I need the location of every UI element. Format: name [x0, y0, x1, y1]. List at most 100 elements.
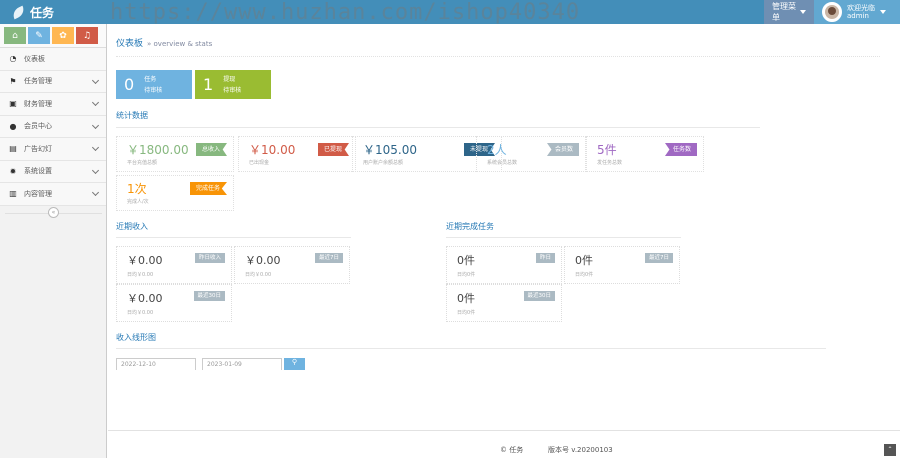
- tasks-value: 0件: [575, 254, 593, 267]
- divider: [116, 348, 826, 349]
- user-info: 欢迎光临 admin: [847, 4, 875, 20]
- stat-card: ￥1800.00 平台充值总额 总收入: [116, 136, 234, 172]
- avatar-image: [825, 5, 839, 19]
- sidebar-item-label: 广告幻灯: [24, 144, 52, 153]
- chevron-down-icon: [91, 143, 100, 152]
- income-value: ￥0.00: [127, 292, 163, 305]
- caret-down-icon: [800, 10, 806, 14]
- sidebar-item-settings[interactable]: ✹ 系统设置: [0, 160, 106, 183]
- welcome-text: 欢迎光临: [847, 4, 875, 12]
- stat-value: ￥105.00: [363, 143, 417, 157]
- income-card: ￥0.00 日均￥0.00 最近7日: [234, 246, 350, 284]
- income-badge: 昨日收入: [194, 253, 225, 263]
- stat-badge: 任务数: [664, 143, 697, 156]
- sidebar-item-content[interactable]: ▥ 内容管理: [0, 183, 106, 206]
- income-card: ￥0.00 日均￥0.00 最近30日: [116, 284, 232, 322]
- user-icon: ●: [9, 121, 17, 131]
- picture-icon: ▤: [9, 144, 17, 154]
- tasks-card: 0件 日均0件 最近30日: [446, 284, 562, 322]
- sidebar-item-dashboard[interactable]: ◔ 仪表板: [0, 48, 106, 71]
- stat-value: 2人: [487, 143, 507, 157]
- stat-caption: 用户账户余额总额: [363, 160, 404, 166]
- chevron-down-icon: [91, 76, 100, 84]
- search-icon: ⚲: [291, 358, 298, 366]
- divider: [108, 430, 900, 431]
- stat-caption: 已出现金: [249, 160, 270, 166]
- bell-shortcut-button[interactable]: ♫: [76, 27, 98, 44]
- app-brand[interactable]: 任务: [10, 3, 55, 21]
- box-line2: 待审核: [223, 86, 242, 94]
- page-header: 仪表板 » overview & stats: [116, 36, 212, 49]
- home-shortcut-button[interactable]: ⌂: [4, 27, 26, 44]
- chevron-down-icon: [91, 188, 100, 197]
- bell-icon: ♫: [82, 30, 92, 41]
- users-icon: ✿: [59, 30, 67, 41]
- pending-withdraw-box[interactable]: 1 提现 待审核: [195, 70, 271, 99]
- users-shortcut-button[interactable]: ✿: [52, 27, 74, 44]
- chevron-down-icon: [91, 98, 100, 107]
- divider: [116, 237, 351, 238]
- double-chevron-left-icon: «: [51, 209, 56, 216]
- app-name: 任务: [30, 5, 55, 20]
- username: admin: [847, 12, 869, 20]
- stat-card: 5件 发任务总数 任务数: [586, 136, 704, 172]
- pencil-icon: ✎: [35, 30, 43, 41]
- user-menu-dropdown[interactable]: 欢迎光临 admin: [814, 0, 900, 24]
- home-icon: ⌂: [12, 30, 18, 41]
- tasks-badge: 昨日: [535, 253, 555, 263]
- pending-withdraw-count: 1: [203, 75, 214, 94]
- box-line1: 任务: [144, 75, 157, 83]
- divider: [116, 56, 880, 57]
- gear-icon: ✹: [9, 166, 17, 176]
- leaf-icon: [10, 5, 27, 19]
- search-button[interactable]: ⚲: [284, 358, 305, 370]
- pending-tasks-box[interactable]: 0 任务 待审核: [116, 70, 192, 99]
- sidebar-item-members[interactable]: ● 会员中心: [0, 115, 106, 138]
- sidebar-item-label: 内容管理: [24, 189, 52, 198]
- stats-section-title: 统计数据: [116, 111, 148, 120]
- sidebar-item-tasks[interactable]: ⚑ 任务管理: [0, 70, 106, 93]
- stat-caption: 完成人/次: [127, 199, 149, 205]
- sidebar-item-ads[interactable]: ▤ 广告幻灯: [0, 138, 106, 161]
- inbox-icon: ▥: [9, 189, 17, 199]
- stat-value: ￥1800.00: [127, 143, 189, 157]
- scroll-top-button[interactable]: ⌃: [884, 444, 896, 456]
- divider: [446, 237, 681, 238]
- admin-menu-dropdown[interactable]: 管理菜单: [764, 0, 814, 24]
- date-from-input[interactable]: 2022-12-10: [116, 358, 196, 370]
- box-line2: 待审核: [144, 86, 163, 94]
- caret-down-icon: [880, 10, 886, 14]
- stat-card: 2人 系统会员总数 会员数: [476, 136, 586, 172]
- tasks-caption: 日均0件: [457, 310, 476, 316]
- stat-badge: 完成任务: [189, 182, 227, 195]
- footer-brand: © 任务: [500, 446, 524, 454]
- stat-value: 1次: [127, 182, 147, 196]
- income-caption: 日均￥0.00: [127, 272, 154, 278]
- income-badge: 最近7日: [315, 253, 343, 263]
- chevron-down-icon: [91, 166, 100, 174]
- avatar: [822, 2, 842, 22]
- pending-tasks-count: 0: [124, 75, 135, 94]
- sidebar-item-label: 会员中心: [24, 122, 52, 131]
- sidebar-collapse-button[interactable]: «: [48, 207, 59, 218]
- sidebar-item-label: 仪表板: [24, 54, 45, 63]
- pending-tasks-label: 任务 待审核: [144, 74, 162, 96]
- sidebar: ⌂ ✎ ✿ ♫ ◔ 仪表板 ⚑ 任务管理 ▣ 财务管理 ● 会员中心 ▤ 广告幻…: [0, 24, 107, 458]
- watermark: https://www.huzhan.com/ishop40340: [110, 0, 581, 25]
- divider: [116, 127, 760, 128]
- pending-withdraw-label: 提现 待审核: [223, 74, 241, 96]
- tasks-section-title: 近期完成任务: [446, 222, 494, 231]
- tasks-badge: 最近7日: [645, 253, 673, 263]
- stat-value: 5件: [597, 143, 617, 157]
- pencil-shortcut-button[interactable]: ✎: [28, 27, 50, 44]
- date-to-input[interactable]: 2023-01-09: [202, 358, 282, 370]
- main-content: 仪表板 » overview & stats 0 任务 待审核 1 提现 待审核…: [108, 24, 900, 458]
- income-caption: 日均￥0.00: [127, 310, 154, 316]
- tasks-card: 0件 日均0件 最近7日: [564, 246, 680, 284]
- income-section-title: 近期收入: [116, 222, 148, 231]
- income-caption: 日均￥0.00: [245, 272, 272, 278]
- sidebar-item-finance[interactable]: ▣ 财务管理: [0, 93, 106, 116]
- stat-badge: 会员数: [546, 143, 579, 156]
- page-title: 仪表板: [116, 39, 144, 49]
- footer-version: 版本号 v.20200103: [548, 446, 613, 454]
